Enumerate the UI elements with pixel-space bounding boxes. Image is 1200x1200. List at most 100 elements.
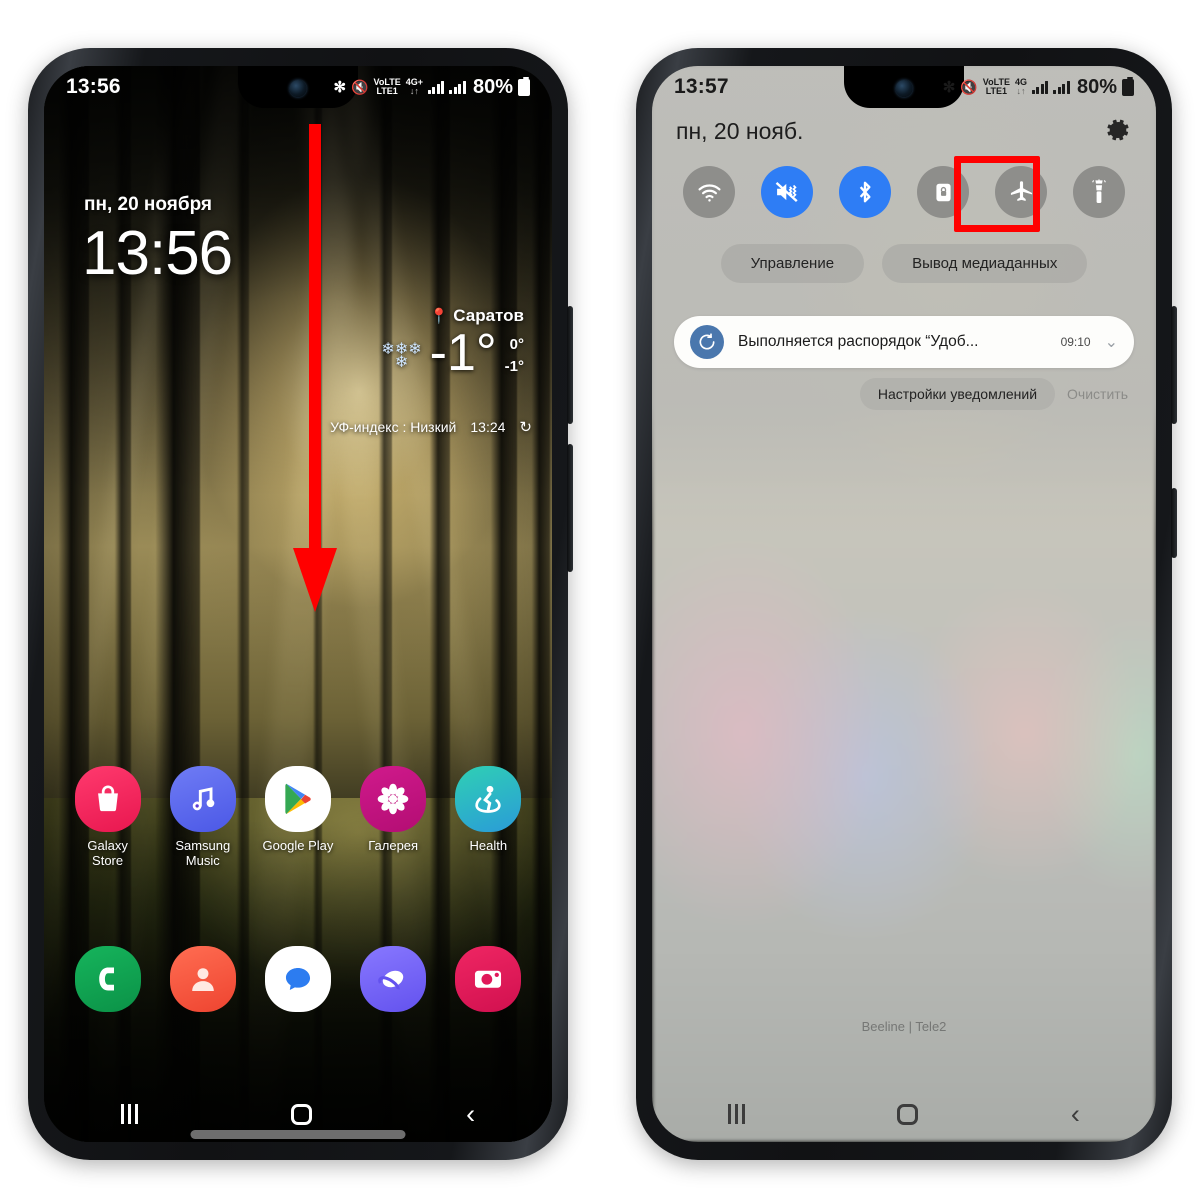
mute-icon: 🔇 [960, 78, 978, 95]
right-nav-bar: ‹ [652, 1086, 1156, 1142]
lockscreen-date: пн, 20 ноября [84, 194, 213, 215]
weather-city-row: 📍 Саратов [381, 306, 524, 326]
health-icon [455, 766, 522, 832]
snow-icon: ❄ ❄ ❄ ❄ [381, 341, 422, 371]
location-pin-icon: 📍 [429, 308, 449, 325]
app-gallery[interactable]: Галерея [350, 766, 436, 868]
dock-messages[interactable] [255, 946, 341, 1012]
status-time: 13:57 [674, 75, 729, 98]
home-dock [44, 946, 552, 1012]
signal-sim2-icon [449, 80, 466, 94]
power-button[interactable] [567, 444, 573, 572]
airplane-toggle-highlight [954, 156, 1040, 232]
quick-toggle-row [652, 166, 1156, 218]
chevron-down-icon[interactable]: ⌄ [1105, 332, 1118, 352]
notification-title: Выполняется распорядок “Удоб... [738, 333, 979, 350]
home-icon[interactable] [897, 1103, 919, 1125]
browser-planet-icon [360, 946, 427, 1012]
app-label: Галерея [368, 838, 419, 853]
person-icon [169, 946, 236, 1012]
lockscreen-clock: 13:56 [82, 219, 233, 288]
media-output-button[interactable]: Вывод медиаданных [882, 244, 1088, 283]
app-label: Galaxy Store [87, 838, 128, 868]
app-health[interactable]: Health [445, 766, 531, 868]
home-icon[interactable] [291, 1103, 313, 1125]
galaxy-store-icon [74, 766, 141, 832]
refresh-icon[interactable]: ↻ [519, 418, 532, 436]
app-label: Samsung Music [175, 838, 231, 868]
panel-date: пн, 20 нояб. [676, 118, 804, 144]
notification-action-row: Настройки уведомлений Очистить [674, 378, 1134, 410]
routine-icon [690, 325, 724, 359]
clear-notifications-button[interactable]: Очистить [1067, 386, 1134, 402]
left-screen: 13:56 ✻ 🔇 VoLTE LTE1 4G+ ↓↑ 80% пн, 20 н… [44, 66, 552, 1142]
recent-apps-icon[interactable] [728, 1104, 746, 1124]
network-type-icon: 4G+ ↓↑ [405, 76, 423, 96]
signal-sim2-icon [1053, 80, 1070, 94]
signal-sim1-icon [427, 80, 445, 94]
weather-uv-row: УФ-индекс : Низкий 13:24 ↻ [330, 418, 532, 436]
screenshot-root: 13:56 ✻ 🔇 VoLTE LTE1 4G+ ↓↑ 80% пн, 20 н… [0, 0, 1200, 1200]
network-type-icon: 4G ↓↑ [1014, 76, 1027, 96]
signal-sim1-icon [1031, 80, 1049, 94]
weather-high: 0° [509, 336, 524, 353]
dock-contacts[interactable] [160, 946, 246, 1012]
battery-icon [1122, 76, 1134, 96]
home-app-row: Galaxy Store Samsung Music Google Play Г… [44, 766, 552, 868]
left-nav-bar: ‹ [44, 1086, 552, 1142]
power-button-right[interactable] [1171, 488, 1177, 558]
weather-low: -1° [504, 357, 524, 375]
control-button[interactable]: Управление [720, 244, 865, 283]
status-time: 13:56 [66, 75, 121, 98]
swipe-down-arrow [292, 124, 338, 619]
weather-widget[interactable]: 📍 Саратов ❄ ❄ ❄ ❄ -1° 0° -1° [381, 306, 524, 382]
toggle-wifi[interactable] [683, 166, 735, 218]
weather-city: Саратов [453, 306, 524, 325]
battery-icon [518, 76, 530, 96]
right-status-bar: 13:57 ✻ 🔇 VoLTE LTE1 4G ↓↑ 80% [652, 66, 1156, 108]
camera-icon [455, 946, 522, 1012]
back-icon[interactable]: ‹ [466, 1100, 475, 1128]
dock-camera[interactable] [445, 946, 531, 1012]
recent-apps-icon[interactable] [120, 1104, 138, 1124]
bluetooth-icon: ✻ [333, 79, 347, 96]
gesture-pill [190, 1130, 406, 1139]
notification-time: 09:10 [1060, 335, 1091, 349]
battery-percent: 80% [472, 75, 513, 98]
back-icon[interactable]: ‹ [1071, 1100, 1080, 1128]
volume-up-button-right[interactable] [1171, 306, 1177, 424]
dock-phone[interactable] [65, 946, 151, 1012]
app-google-play[interactable]: Google Play [255, 766, 341, 868]
weather-temperature: -1° [429, 324, 497, 382]
google-play-icon [264, 766, 331, 832]
gallery-icon [360, 766, 427, 832]
toggle-bluetooth[interactable] [839, 166, 891, 218]
dock-internet[interactable] [350, 946, 436, 1012]
phone-left: 13:56 ✻ 🔇 VoLTE LTE1 4G+ ↓↑ 80% пн, 20 н… [28, 48, 573, 1160]
volte-icon: VoLTE LTE1 [373, 76, 401, 96]
toggle-sound-mute[interactable] [761, 166, 813, 218]
volte-icon: VoLTE LTE1 [982, 76, 1010, 96]
mute-icon: 🔇 [351, 78, 369, 95]
weather-updated-time: 13:24 [470, 419, 506, 435]
gear-icon[interactable] [1104, 116, 1132, 149]
app-samsung-music[interactable]: Samsung Music [160, 766, 246, 868]
weather-uv-label: УФ-индекс : Низкий [330, 419, 457, 435]
battery-percent: 80% [1076, 75, 1117, 98]
app-galaxy-store[interactable]: Galaxy Store [65, 766, 151, 868]
carrier-label: Beeline | Tele2 [861, 1019, 947, 1034]
notification-settings-button[interactable]: Настройки уведомлений [859, 378, 1056, 410]
phone-icon [74, 946, 141, 1012]
toggle-flashlight[interactable] [1073, 166, 1125, 218]
quick-settings-panel: 13:57 ✻ 🔇 VoLTE LTE1 4G ↓↑ 80% пн, 20 но… [652, 66, 1156, 1142]
left-status-bar: 13:56 ✻ 🔇 VoLTE LTE1 4G+ ↓↑ 80% [44, 66, 552, 108]
app-label: Health [469, 838, 508, 853]
bluetooth-icon: ✻ [942, 79, 956, 96]
phone-right: 13:57 ✻ 🔇 VoLTE LTE1 4G ↓↑ 80% пн, 20 но… [636, 48, 1177, 1160]
samsung-music-icon [169, 766, 236, 832]
notification-card[interactable]: Выполняется распорядок “Удоб... 09:10 ⌄ [674, 316, 1134, 368]
right-screen: 13:57 ✻ 🔇 VoLTE LTE1 4G ↓↑ 80% пн, 20 но… [652, 66, 1156, 1142]
app-label: Google Play [262, 838, 334, 853]
volume-up-button[interactable] [567, 306, 573, 424]
chat-bubble-icon [264, 946, 331, 1012]
